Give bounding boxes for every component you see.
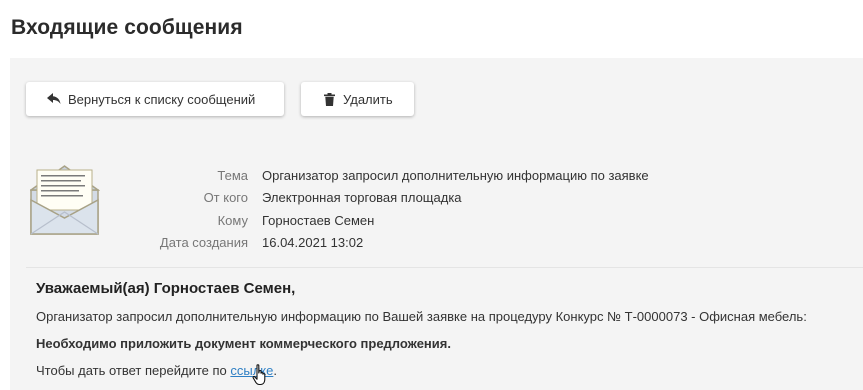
message-panel: Вернуться к списку сообщений Удалить Тем…: [10, 58, 863, 390]
back-button-label: Вернуться к списку сообщений: [68, 91, 256, 107]
meta-row-to: Кому Горностаев Семен: [130, 209, 649, 232]
divider: [26, 267, 863, 268]
meta-label: Кому: [217, 212, 248, 228]
message-reply-line: Чтобы дать ответ перейдите по ссылке.: [36, 363, 863, 390]
meta-row-subject: Тема Организатор запросил дополнительную…: [130, 164, 649, 187]
reply-prefix: Чтобы дать ответ перейдите по: [36, 363, 231, 378]
meta-value: Горностаев Семен: [262, 212, 375, 228]
message-body: Уважаемый(ая) Горностаев Семен, Организа…: [36, 280, 863, 390]
page-title: Входящие сообщения: [11, 16, 243, 39]
meta-value: Организатор запросил дополнительную инфо…: [262, 167, 649, 183]
back-to-list-button[interactable]: Вернуться к списку сообщений: [26, 82, 284, 116]
message-paragraph: Организатор запросил дополнительную инфо…: [36, 309, 807, 324]
reply-suffix: .: [273, 363, 277, 378]
meta-row-from: От кого Электронная торговая площадка: [130, 187, 649, 210]
hand-cursor-icon: [252, 364, 270, 386]
reply-arrow-icon: [46, 91, 62, 107]
meta-value: 16.04.2021 13:02: [262, 235, 364, 251]
delete-button[interactable]: Удалить: [301, 82, 414, 116]
message-greeting: Уважаемый(ая) Горностаев Семен,: [36, 280, 296, 297]
trash-icon: [321, 91, 337, 107]
message-paragraph-bold: Необходимо приложить документ коммерческ…: [36, 336, 451, 351]
open-envelope-icon: [28, 164, 101, 236]
meta-label: От кого: [203, 190, 248, 206]
meta-label: Тема: [217, 167, 248, 183]
delete-button-label: Удалить: [343, 91, 393, 107]
meta-label: Дата создания: [159, 235, 248, 251]
message-meta: Тема Организатор запросил дополнительную…: [130, 164, 649, 254]
meta-value: Электронная торговая площадка: [262, 190, 462, 206]
meta-row-date: Дата создания 16.04.2021 13:02: [130, 232, 649, 255]
